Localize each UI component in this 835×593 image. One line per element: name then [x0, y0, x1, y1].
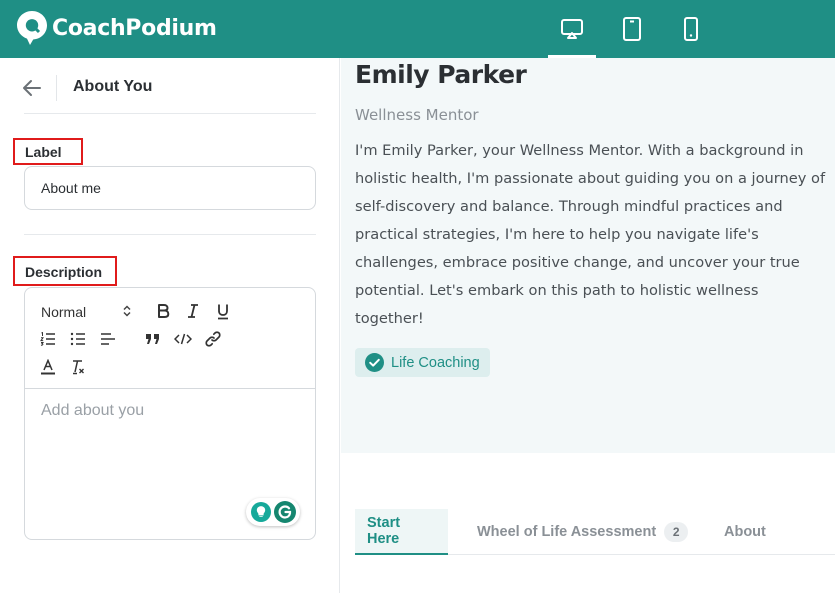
editor-toolbar: Normal	[25, 288, 315, 389]
underline-icon	[218, 304, 228, 319]
divider	[24, 113, 316, 114]
link-button[interactable]	[203, 329, 223, 349]
brand-name: CoachPodium	[52, 15, 217, 41]
profile-tabs: Start Here Wheel of Life Assessment 2 Ab…	[355, 509, 835, 555]
bullet-list-button[interactable]	[68, 329, 88, 349]
label-field-label: Label	[13, 138, 83, 165]
tab-label: Start Here	[367, 515, 401, 547]
clear-format-button[interactable]	[68, 357, 88, 377]
profile-name: Emily Parker	[355, 60, 527, 89]
divider	[24, 234, 316, 235]
ordered-list-icon	[40, 332, 55, 346]
bullet-list-icon	[70, 332, 85, 346]
profile-hero: Emily Parker Wellness Mentor I'm Emily P…	[341, 58, 835, 453]
top-bar: CoachPodium	[0, 0, 835, 58]
grammarly-widget[interactable]	[246, 498, 300, 526]
panel-title: About You	[73, 78, 153, 95]
profile-bio: I'm Emily Parker, your Wellness Mentor. …	[355, 142, 826, 327]
specialty-tag-label: Life Coaching	[391, 354, 480, 371]
link-icon	[205, 331, 221, 347]
desktop-icon	[561, 19, 583, 39]
logo-icon	[17, 10, 47, 45]
count-badge: 2	[664, 522, 689, 542]
code-button[interactable]	[173, 329, 193, 349]
align-icon	[101, 333, 115, 345]
text-format-value: Normal	[41, 304, 87, 320]
settings-panel: About You Label Description Normal	[0, 58, 340, 593]
tab-about[interactable]: About	[724, 509, 766, 555]
back-button[interactable]	[20, 76, 44, 100]
profile-preview: Emily Parker Wellness Mentor I'm Emily P…	[341, 58, 835, 593]
quote-button[interactable]	[143, 329, 163, 349]
italic-button[interactable]	[183, 301, 203, 321]
ordered-list-button[interactable]	[38, 329, 58, 349]
bold-icon	[158, 304, 170, 318]
specialty-tag: Life Coaching	[355, 348, 490, 377]
tablet-icon	[623, 17, 641, 41]
check-circle-icon	[365, 353, 384, 372]
text-color-button[interactable]	[38, 357, 58, 377]
header-divider	[56, 75, 57, 101]
tab-label: About	[724, 524, 766, 540]
lightbulb-icon	[250, 502, 271, 522]
tablet-view-toggle[interactable]	[608, 0, 656, 58]
text-format-select[interactable]: Normal	[41, 301, 131, 323]
underline-button[interactable]	[213, 301, 233, 321]
quote-icon	[146, 334, 159, 344]
grammarly-icon	[273, 501, 296, 523]
bold-button[interactable]	[153, 301, 173, 321]
arrow-left-icon	[23, 80, 41, 96]
description-field-label: Description	[13, 256, 117, 286]
mobile-icon	[684, 17, 698, 41]
tab-wheel-of-life-assessment[interactable]: Wheel of Life Assessment 2	[477, 509, 689, 555]
tab-label: Wheel of Life Assessment	[477, 524, 657, 540]
desktop-view-toggle[interactable]	[548, 0, 596, 58]
label-input[interactable]	[24, 166, 316, 210]
brand-logo[interactable]: CoachPodium	[16, 10, 217, 46]
mobile-view-toggle[interactable]	[667, 0, 715, 58]
description-editor: Normal Add about you	[24, 287, 316, 540]
select-arrows-icon	[123, 305, 131, 317]
text-color-icon	[41, 359, 55, 375]
italic-icon	[188, 304, 198, 318]
editor-placeholder: Add about you	[41, 402, 145, 419]
tab-start-here[interactable]: Start Here	[355, 509, 448, 555]
clear-format-icon	[73, 360, 84, 375]
description-editor-area[interactable]: Add about you	[41, 402, 301, 420]
code-icon	[174, 333, 192, 345]
profile-role: Wellness Mentor	[355, 106, 479, 124]
align-button[interactable]	[98, 329, 118, 349]
